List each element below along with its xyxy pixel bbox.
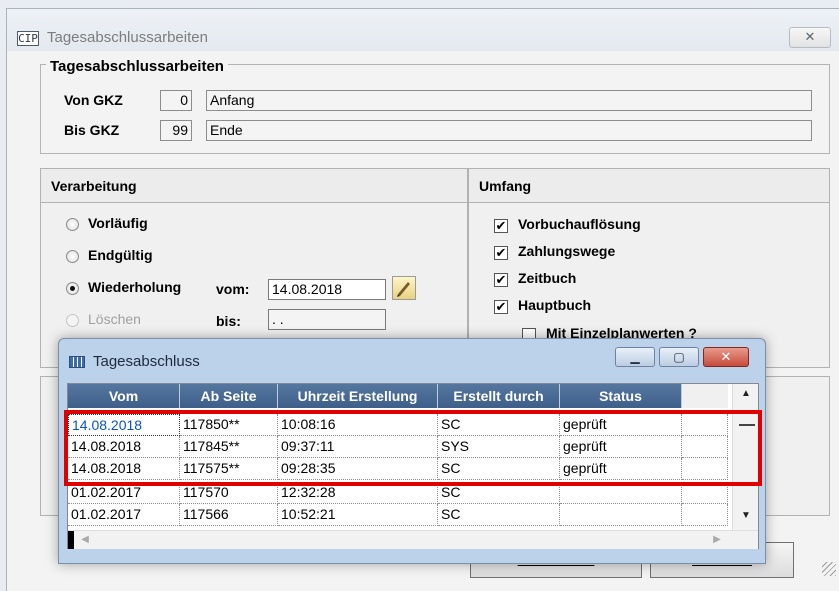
von-gkz-input[interactable]: 0: [160, 90, 192, 111]
column-header-status[interactable]: Status: [560, 384, 682, 408]
checkbox-zeitbuch-label: Zeitbuch: [518, 270, 577, 286]
radio-endgueltig[interactable]: [66, 250, 79, 263]
bis-gkz-input[interactable]: 99: [160, 120, 192, 141]
table-row[interactable]: 01.02.2017 117566 10:52:21 SC: [68, 504, 728, 530]
column-header-vom[interactable]: Vom: [68, 384, 180, 408]
cell-ab-seite[interactable]: 117566: [180, 504, 278, 526]
column-header-filler: [682, 384, 728, 408]
pencil-icon: [397, 282, 410, 297]
verarbeitung-title: Verarbeitung: [41, 169, 467, 203]
column-header-erstellt-durch[interactable]: Erstellt durch: [438, 384, 560, 408]
cell-empty[interactable]: [682, 504, 728, 526]
scroll-up-arrow-icon[interactable]: ▲: [733, 388, 759, 399]
horizontal-scrollbar[interactable]: ◀ ▶: [68, 530, 758, 549]
checkbox-vorbuchaufloesung[interactable]: ✔: [494, 219, 508, 233]
column-header-uhrzeit[interactable]: Uhrzeit Erstellung: [278, 384, 438, 408]
resize-grip-icon[interactable]: [822, 562, 836, 576]
vom-date-input[interactable]: 14.08.2018: [268, 279, 386, 300]
maximize-button[interactable]: ▢: [659, 347, 699, 367]
dialog-title: Tagesabschluss: [93, 353, 200, 370]
app-logo-icon: CIP: [17, 31, 39, 46]
cell-vom[interactable]: 01.02.2017: [68, 504, 180, 526]
von-gkz-label: Von GKZ: [64, 92, 123, 108]
gkz-group-title: Tagesabschlussarbeiten: [46, 58, 228, 75]
bis-gkz-text: Ende: [206, 120, 812, 141]
vom-label: vom:: [216, 281, 250, 297]
radio-wiederholung[interactable]: [66, 282, 79, 295]
von-gkz-text: Anfang: [206, 90, 812, 111]
bis-gkz-label: Bis GKZ: [64, 122, 120, 138]
cell-uhrzeit[interactable]: 10:52:21: [278, 504, 438, 526]
checkbox-hauptbuch-label: Hauptbuch: [518, 297, 592, 313]
cell-erstellt-durch[interactable]: SC: [438, 504, 560, 526]
bis-date-input[interactable]: . .: [268, 309, 386, 330]
radio-endgueltig-label: Endgültig: [88, 247, 153, 263]
dialog-close-button[interactable]: ✕: [703, 347, 749, 367]
scroll-left-arrow-icon[interactable]: ◀: [78, 534, 92, 545]
scroll-right-arrow-icon[interactable]: ▶: [710, 534, 724, 545]
checkbox-zahlungswege-label: Zahlungswege: [518, 243, 616, 259]
column-header-ab-seite[interactable]: Ab Seite: [180, 384, 278, 408]
main-titlebar: CIP Tagesabschlussarbeiten ✕: [7, 9, 839, 51]
checkbox-hauptbuch[interactable]: ✔: [494, 300, 508, 314]
checkbox-zahlungswege[interactable]: ✔: [494, 246, 508, 260]
checkbox-vorbuchaufloesung-label: Vorbuchauflösung: [518, 216, 641, 232]
hscroll-thumb[interactable]: [68, 531, 74, 549]
cell-status[interactable]: [560, 504, 682, 526]
radio-loeschen-label: Löschen: [88, 311, 141, 327]
window-title: Tagesabschlussarbeiten: [47, 29, 208, 46]
radio-loeschen[interactable]: [66, 314, 79, 327]
calendar-button[interactable]: [392, 276, 416, 300]
highlight-box: [64, 410, 762, 486]
umfang-title: Umfang: [469, 169, 829, 203]
grid-header: Vom Ab Seite Uhrzeit Erstellung Erstellt…: [68, 384, 728, 408]
bis-label: bis:: [216, 313, 241, 329]
minimize-button[interactable]: ▁: [615, 347, 655, 367]
radio-wiederholung-label: Wiederholung: [88, 279, 182, 295]
window-close-button[interactable]: ✕: [789, 27, 831, 48]
scroll-down-arrow-icon[interactable]: ▼: [733, 510, 759, 521]
checkbox-zeitbuch[interactable]: ✔: [494, 273, 508, 287]
table-icon: [69, 356, 85, 368]
radio-vorlaeufig[interactable]: [66, 218, 79, 231]
radio-vorlaeufig-label: Vorläufig: [88, 215, 148, 231]
